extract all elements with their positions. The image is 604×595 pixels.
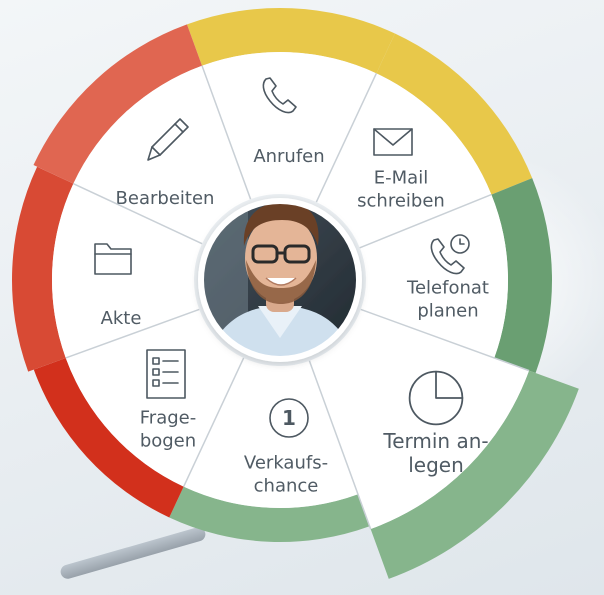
label-line: bogen — [140, 431, 196, 452]
menu-item-label-akte: Akte — [101, 308, 142, 329]
svg-text:1: 1 — [282, 406, 296, 430]
label-line: chance — [254, 476, 319, 497]
label-line: Akte — [101, 308, 142, 329]
avatar-photo — [202, 202, 358, 358]
label-line: legen — [408, 453, 464, 477]
radial-menu-screen: Anrufen E-Mail schreiben Telefonat planen Ter… — [0, 0, 604, 595]
label-line: E-Mail — [374, 168, 428, 189]
label-line: Termin an- — [382, 429, 488, 453]
avatar[interactable] — [196, 196, 366, 366]
label-line: schreiben — [357, 191, 445, 212]
label-line: Telefonat — [406, 278, 489, 299]
label-line: planen — [417, 301, 478, 322]
label-line: Bearbeiten — [116, 188, 215, 209]
label-line: Verkaufs- — [244, 453, 328, 474]
label-line: Anrufen — [253, 146, 324, 167]
menu-item-label-bearbeiten: Bearbeiten — [116, 188, 215, 209]
menu-item-label-anrufen: Anrufen — [253, 146, 324, 167]
label-line: Frage- — [140, 408, 196, 429]
radial-menu: Anrufen E-Mail schreiben Telefonat planen Ter… — [11, 7, 579, 579]
